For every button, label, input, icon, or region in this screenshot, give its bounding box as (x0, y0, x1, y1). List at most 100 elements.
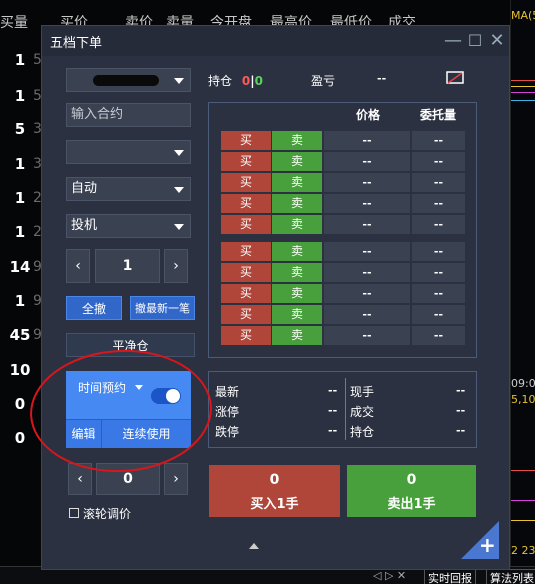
bg-row-next: 5 (33, 52, 42, 68)
orderbook-col-price: 价格 (356, 108, 381, 122)
bg-row-vol: 1 (14, 223, 26, 241)
chart-line (511, 92, 535, 93)
sell-at-level-button[interactable]: 卖 (272, 152, 322, 171)
buy-label: 买入1手 (250, 497, 299, 512)
sell-at-level-button[interactable]: 卖 (272, 194, 322, 213)
chart-line (511, 86, 535, 87)
level-qty: -- (412, 326, 465, 345)
chart-line (511, 500, 535, 501)
price-label: 5,10, (511, 393, 535, 406)
buy-at-level-button[interactable]: 买 (221, 173, 271, 192)
minimize-icon[interactable]: — (442, 30, 464, 52)
buy-at-level-button[interactable]: 买 (221, 215, 271, 234)
maximize-icon[interactable]: ☐ (464, 30, 486, 52)
quantity-decrement-button[interactable]: ‹ (66, 249, 90, 283)
bg-row-next: 2 (33, 224, 42, 240)
open-interest-value: -- (456, 424, 466, 437)
bottom-price-label: 2 23 (511, 544, 535, 557)
tab-algo-list[interactable]: 算法列表 (486, 569, 535, 584)
sell-at-level-button[interactable]: 卖 (272, 242, 322, 261)
bg-row-next: 9 (33, 259, 42, 275)
sell-at-level-button[interactable]: 卖 (272, 173, 322, 192)
tab-realtime-report[interactable]: 实时回报 (424, 569, 476, 584)
buy-at-level-button[interactable]: 买 (221, 242, 271, 261)
collapse-up-icon[interactable] (249, 543, 259, 549)
level-qty: -- (412, 152, 465, 171)
bg-row-next: 3 (33, 121, 42, 137)
bg-row-vol: 14 (9, 258, 31, 276)
current-qty-label: 现手 (350, 385, 375, 399)
cancel-latest-button[interactable]: 撤最新一笔 (130, 296, 195, 320)
scroll-adjust-label: 滚轮调价 (83, 507, 132, 521)
open-close-mode-select[interactable]: 自动 (66, 177, 191, 201)
contract-input[interactable]: 输入合约 (66, 103, 191, 127)
cancel-all-button[interactable]: 全撤 (66, 296, 122, 320)
buy-at-level-button[interactable]: 买 (221, 131, 271, 150)
account-select[interactable] (66, 68, 191, 92)
bg-row-vol: 1 (14, 292, 26, 310)
chevron-down-icon (174, 150, 184, 156)
orderbook-col-qty: 委托量 (420, 108, 457, 122)
sell-one-lot-button[interactable]: 0 卖出1手 (347, 465, 476, 517)
sell-at-level-button[interactable]: 卖 (272, 284, 322, 303)
ma-label: MA(5,10,20,30 (511, 9, 535, 22)
level-price: -- (324, 305, 410, 324)
pnl-value: -- (377, 72, 387, 85)
redacted-mask (93, 75, 159, 86)
buy-at-level-button[interactable]: 买 (221, 305, 271, 324)
bg-chart-strip: MA(5,10,20,30 09:0 5,10, 2 23 (510, 0, 535, 584)
buy-at-level-button[interactable]: 买 (221, 284, 271, 303)
bg-row-next: 9 (33, 327, 42, 343)
buy-at-level-button[interactable]: 买 (221, 263, 271, 282)
tab-nav-arrows[interactable]: ◁ ▷ ✕ (373, 569, 406, 582)
scroll-adjust-checkbox[interactable] (69, 508, 79, 518)
sell-label: 卖出1手 (387, 497, 436, 512)
sell-at-level-button[interactable]: 卖 (272, 131, 322, 150)
bg-row-next: 2 (33, 190, 42, 206)
close-icon[interactable]: ✕ (486, 30, 508, 52)
plus-icon[interactable]: + (479, 535, 496, 555)
level-price: -- (324, 284, 410, 303)
bg-row-vol: 45 (9, 326, 31, 344)
hide-screen-icon[interactable] (446, 71, 464, 85)
position-label: 持仓 (208, 74, 233, 88)
limit-down-value: -- (328, 424, 338, 437)
dialog-titlebar[interactable]: 五档下单 (42, 26, 509, 56)
sell-at-level-button[interactable]: 卖 (272, 305, 322, 324)
sell-at-level-button[interactable]: 卖 (272, 215, 322, 234)
buy-at-level-button[interactable]: 买 (221, 194, 271, 213)
level-price: -- (324, 194, 410, 213)
time-label: 09:0 (511, 377, 535, 390)
bg-row-next: 9 (33, 293, 42, 309)
bg-row-vol: 1 (14, 51, 26, 69)
contract-dropdown[interactable] (66, 140, 191, 164)
buy-at-level-button[interactable]: 买 (221, 326, 271, 345)
level-price: -- (324, 326, 410, 345)
hedge-type-select[interactable]: 投机 (66, 214, 191, 238)
mode-select-value: 自动 (71, 181, 98, 196)
sell-at-level-button[interactable]: 卖 (272, 326, 322, 345)
quantity-input[interactable]: 1 (95, 249, 160, 283)
level-qty: -- (412, 263, 465, 282)
chart-line (511, 100, 535, 101)
level-qty: -- (412, 215, 465, 234)
level-qty: -- (412, 194, 465, 213)
quantity-increment-button[interactable]: › (164, 249, 188, 283)
bg-row-vol: 10 (9, 361, 31, 379)
volume-label: 成交 (350, 405, 375, 419)
volume-value: -- (456, 404, 466, 417)
contract-placeholder: 输入合约 (71, 107, 124, 122)
chart-line (511, 80, 535, 81)
bg-row-vol: 5 (14, 120, 26, 138)
bg-row-vol: 1 (14, 87, 26, 105)
sell-at-level-button[interactable]: 卖 (272, 263, 322, 282)
price-tick-increment-button[interactable]: › (164, 463, 188, 495)
sell-qty: 0 (406, 472, 417, 488)
bg-row-vol: 0 (14, 429, 26, 447)
level-qty: -- (412, 242, 465, 261)
bg-row-next: 5 (33, 88, 42, 104)
buy-one-lot-button[interactable]: 0 买入1手 (209, 465, 340, 517)
buy-at-level-button[interactable]: 买 (221, 152, 271, 171)
chevron-down-icon (174, 187, 184, 193)
bg-row-vol: 1 (14, 189, 26, 207)
